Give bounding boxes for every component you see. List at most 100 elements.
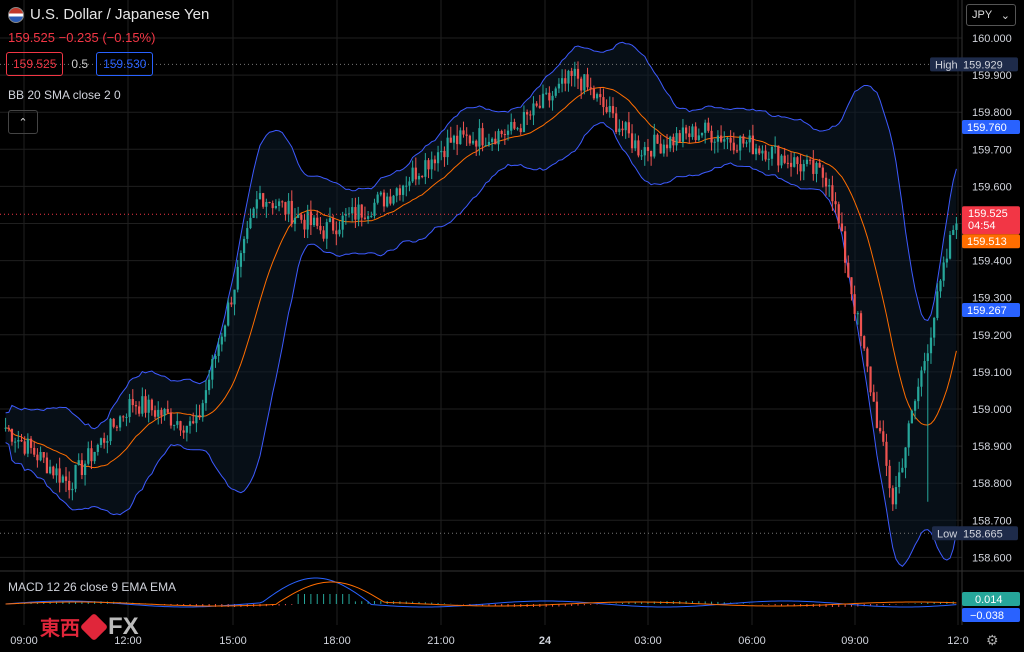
bollinger-indicator-label[interactable]: BB 20 SMA close 2 0 — [8, 88, 121, 102]
spread-value: 0.5 — [71, 57, 89, 71]
candle-body — [68, 480, 71, 491]
price-tick: 159.100 — [972, 367, 1012, 379]
candle-body — [656, 134, 659, 144]
candle-body — [560, 78, 564, 84]
candle-body — [745, 142, 748, 144]
candle-body — [913, 401, 917, 411]
candle-body — [538, 105, 541, 108]
countdown-tag: 04:54 — [968, 220, 996, 232]
candle-body — [322, 230, 325, 239]
candle-body — [793, 157, 796, 167]
candle-body — [815, 162, 818, 174]
candle-body — [446, 137, 449, 158]
candle-body — [767, 158, 770, 160]
candle-body — [627, 122, 630, 134]
bb-lower-tag: 159.267 — [967, 305, 1007, 317]
candle-body — [602, 97, 605, 108]
candle-body — [284, 202, 287, 215]
candle-body — [398, 188, 402, 195]
candle-body — [541, 93, 545, 108]
bb-upper-tag: 159.760 — [967, 122, 1007, 134]
candle-body — [109, 418, 112, 442]
candle-body — [748, 135, 751, 143]
symbol-header[interactable]: U.S. Dollar / Japanese Yen — [8, 6, 209, 23]
candle-body — [891, 488, 894, 505]
candle-body — [408, 181, 411, 186]
candle-body — [211, 359, 214, 380]
chevron-up-icon[interactable]: ⌃ — [8, 110, 38, 134]
candle-body — [300, 214, 303, 220]
candle-body — [742, 136, 745, 144]
candle-body — [732, 142, 735, 151]
candle-body — [888, 465, 891, 489]
sell-button[interactable]: 159.525 — [6, 52, 64, 76]
candle-body — [20, 439, 23, 442]
price-chart[interactable]: 160.000 159.900 159.800 159.700 159.600 159.5… — [0, 0, 1024, 652]
candle-body — [77, 460, 80, 465]
candle-body — [710, 130, 713, 143]
buy-button[interactable]: 159.530 — [96, 52, 154, 76]
candle-body — [131, 399, 134, 406]
candle-body — [576, 68, 580, 79]
time-tick: 06:00 — [738, 635, 766, 647]
symbol-name: U.S. Dollar / Japanese Yen — [30, 6, 210, 23]
candle-body — [713, 141, 716, 143]
candle-body — [103, 438, 106, 443]
candle-body — [153, 410, 157, 417]
candle-body — [401, 185, 405, 195]
candle-body — [869, 366, 872, 393]
candle-body — [809, 159, 812, 161]
candle-body — [436, 152, 440, 164]
candle-body — [160, 409, 163, 416]
candle-body — [637, 140, 640, 156]
price-tick: 159.400 — [972, 256, 1012, 268]
candle-body — [589, 87, 592, 89]
candle-body — [878, 427, 882, 432]
candle-body — [917, 386, 920, 402]
candle-body — [204, 390, 208, 404]
candle-body — [141, 396, 144, 414]
candle-body — [532, 103, 535, 116]
candle-body — [484, 145, 487, 147]
bb-fill-area — [5, 42, 957, 567]
chevron-down-icon: ⌄ — [1000, 9, 1010, 22]
candle-body — [338, 229, 341, 235]
candle-body — [672, 136, 675, 146]
low-price-tag: 158.665 — [963, 528, 1003, 540]
candle-body — [863, 336, 866, 349]
time-tick: 21:00 — [427, 635, 455, 647]
candle-body — [411, 167, 414, 182]
macd-indicator-label[interactable]: MACD 12 26 close 9 EMA EMA — [8, 580, 176, 594]
candle-body — [125, 416, 128, 418]
candle-body — [936, 291, 939, 318]
candle-body — [195, 415, 198, 424]
gear-icon[interactable]: ⚙ — [986, 632, 999, 649]
candle-body — [201, 403, 204, 418]
candle-body — [624, 122, 627, 131]
candle-body — [519, 128, 522, 133]
candle-body — [945, 258, 948, 263]
bb-upper-line — [5, 41, 957, 430]
candle-body — [83, 463, 87, 475]
candle-body — [592, 88, 596, 99]
candle-body — [650, 150, 653, 157]
candle-body — [583, 74, 586, 91]
candle-body — [955, 223, 958, 230]
candle-body — [834, 201, 837, 205]
candle-body — [440, 150, 443, 153]
candle-body — [287, 200, 290, 215]
candle-body — [449, 137, 452, 143]
currency-selector[interactable]: JPY ⌄ — [966, 4, 1016, 26]
candle-body — [939, 280, 942, 292]
candle-body — [799, 164, 802, 172]
candle-body — [894, 487, 898, 505]
candle-body — [554, 88, 557, 96]
candle-body — [516, 128, 519, 130]
candle-body — [207, 379, 211, 391]
candle-body — [570, 70, 573, 76]
price-tick: 158.700 — [972, 515, 1012, 527]
candle-body — [856, 313, 859, 315]
candle-body — [700, 132, 704, 136]
price-tick: 158.800 — [972, 478, 1012, 490]
candle-body — [430, 159, 433, 170]
